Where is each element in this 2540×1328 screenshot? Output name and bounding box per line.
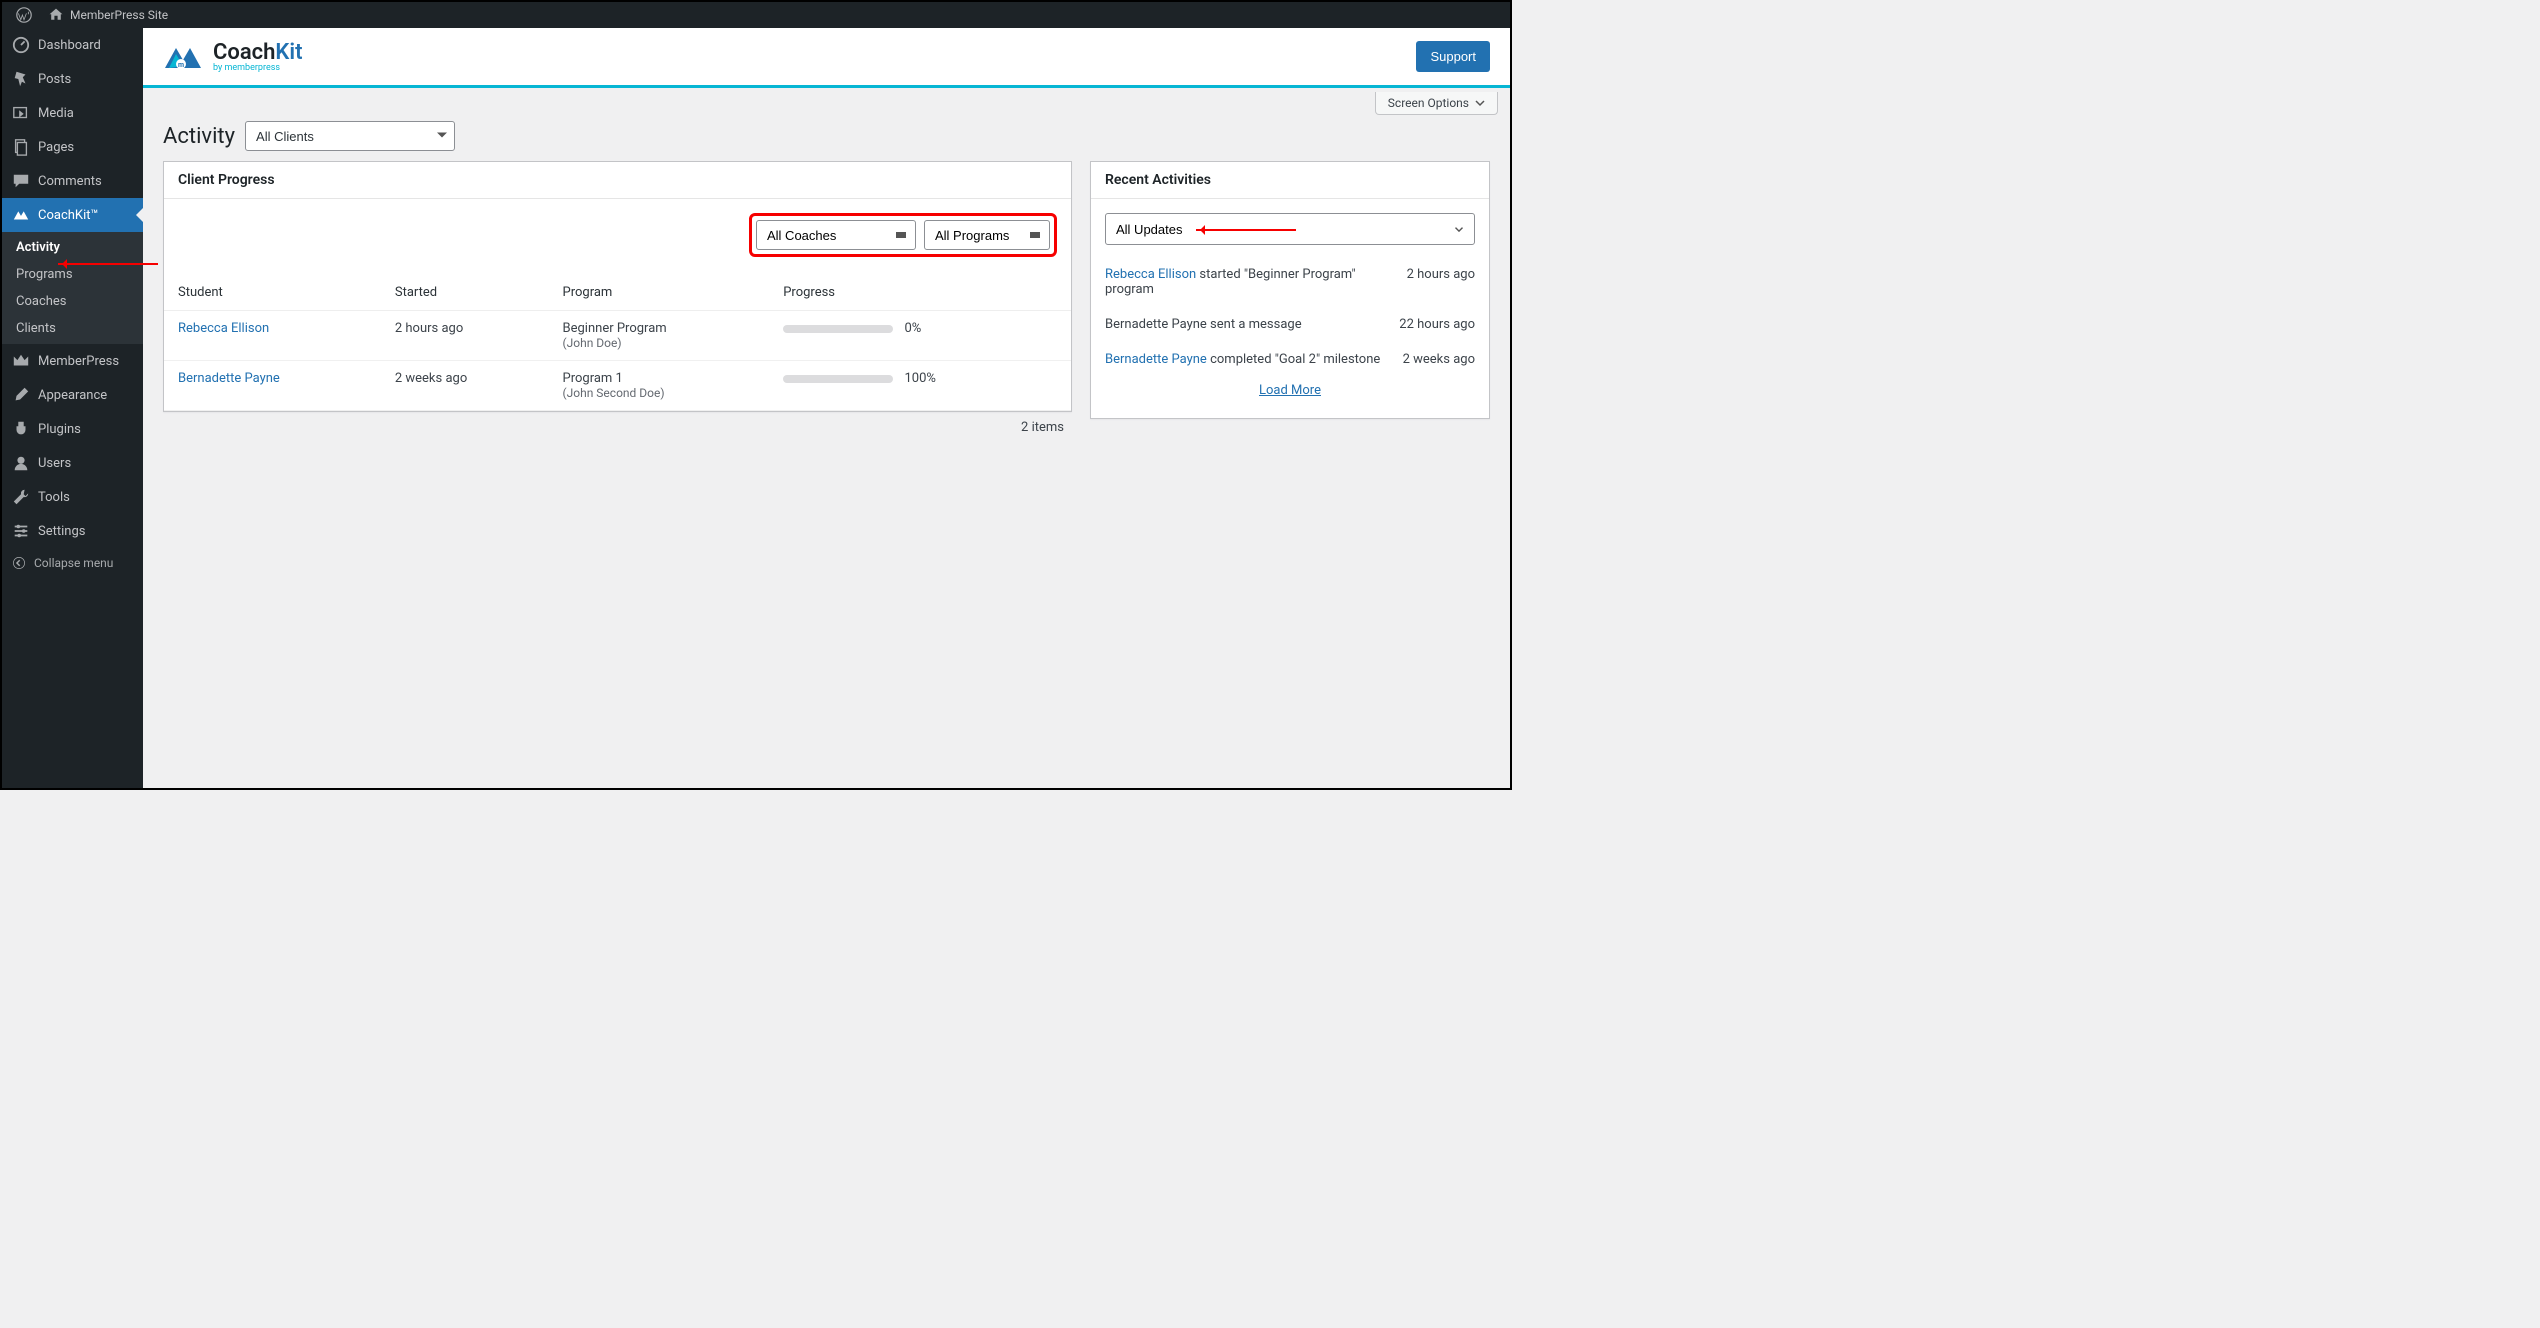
main-content: m CoachKit by memberpress Support Screen… xyxy=(143,28,1510,788)
progress-pct: 100% xyxy=(904,371,935,386)
screen-options-toggle[interactable]: Screen Options xyxy=(1375,92,1498,115)
recent-activities-card: Recent Activities All Updates Rebecca El… xyxy=(1090,161,1490,419)
page-header: Activity All Clients xyxy=(143,115,1510,161)
sidebar-item-memberpress[interactable]: MemberPress xyxy=(2,344,143,378)
wrench-icon xyxy=(12,488,30,506)
chevron-down-icon xyxy=(1452,222,1466,236)
sidebar-item-plugins[interactable]: Plugins xyxy=(2,412,143,446)
activity-time: 2 weeks ago xyxy=(1403,352,1475,367)
activity-link[interactable]: Rebecca Ellison xyxy=(1105,267,1196,282)
collapse-icon xyxy=(12,556,26,570)
site-name: MemberPress Site xyxy=(70,8,168,22)
admin-sidebar: Dashboard Posts Media Pages Comments Coa… xyxy=(2,28,143,788)
progress-table: Student Started Program Progress Rebecca… xyxy=(164,275,1071,411)
program-name: Program 1 xyxy=(563,371,756,386)
progress-pct: 0% xyxy=(904,321,921,336)
admin-top-bar: MemberPress Site xyxy=(2,2,1510,28)
sidebar-item-comments[interactable]: Comments xyxy=(2,164,143,198)
sidebar-item-coachkit[interactable]: CoachKit™ xyxy=(2,198,143,232)
media-icon xyxy=(12,104,30,122)
student-link[interactable]: Rebecca Ellison xyxy=(178,321,269,336)
user-icon xyxy=(12,454,30,472)
logo-icon: m xyxy=(163,42,207,72)
sidebar-item-posts[interactable]: Posts xyxy=(2,62,143,96)
student-link[interactable]: Bernadette Payne xyxy=(178,371,280,386)
activity-item: Bernadette Payne completed "Goal 2" mile… xyxy=(1105,342,1475,377)
activity-link[interactable]: Bernadette Payne xyxy=(1105,352,1207,367)
activity-item: Rebecca Ellison started "Beginner Progra… xyxy=(1105,257,1475,307)
collapse-menu[interactable]: Collapse menu xyxy=(2,548,143,578)
wp-logo[interactable] xyxy=(8,2,40,28)
programs-filter-select[interactable]: All Programs xyxy=(924,220,1050,250)
pages-icon xyxy=(12,138,30,156)
support-button[interactable]: Support xyxy=(1416,41,1490,72)
plug-icon xyxy=(12,420,30,438)
highlighted-filters: All Coaches All Programs xyxy=(749,213,1057,257)
chevron-down-icon xyxy=(1475,98,1485,108)
progress-bar xyxy=(783,375,893,383)
updates-filter-wrap: All Updates xyxy=(1105,213,1475,245)
brand-bar: m CoachKit by memberpress Support xyxy=(143,28,1510,88)
client-filter-select[interactable]: All Clients xyxy=(245,121,455,151)
memberpress-icon xyxy=(12,352,30,370)
submenu-clients[interactable]: Clients xyxy=(2,315,143,342)
activity-time: 2 hours ago xyxy=(1407,267,1475,297)
client-progress-title: Client Progress xyxy=(164,162,1071,199)
sidebar-item-dashboard[interactable]: Dashboard xyxy=(2,28,143,62)
submenu-programs[interactable]: Programs xyxy=(2,261,143,288)
items-count: 2 items xyxy=(163,412,1072,435)
started-cell: 2 weeks ago xyxy=(381,361,549,411)
site-home-link[interactable]: MemberPress Site xyxy=(40,2,176,28)
sidebar-item-media[interactable]: Media xyxy=(2,96,143,130)
coach-name: (John Doe) xyxy=(563,336,756,350)
started-cell: 2 hours ago xyxy=(381,311,549,361)
annotation-arrow xyxy=(58,263,158,265)
sliders-icon xyxy=(12,522,30,540)
coachkit-submenu: Activity Programs Coaches Clients xyxy=(2,232,143,344)
svg-text:m: m xyxy=(178,61,184,69)
submenu-coaches[interactable]: Coaches xyxy=(2,288,143,315)
col-started: Started xyxy=(381,275,549,311)
annotation-arrow xyxy=(1196,229,1296,231)
client-progress-card: Client Progress All Coaches xyxy=(163,161,1072,412)
coach-name: (John Second Doe) xyxy=(563,386,756,400)
sidebar-item-users[interactable]: Users xyxy=(2,446,143,480)
recent-activities-title: Recent Activities xyxy=(1091,162,1489,199)
program-name: Beginner Program xyxy=(563,321,756,336)
sidebar-item-pages[interactable]: Pages xyxy=(2,130,143,164)
coaches-filter-select[interactable]: All Coaches xyxy=(756,220,916,250)
activity-time: 22 hours ago xyxy=(1399,317,1475,332)
progress-bar xyxy=(783,325,893,333)
col-student: Student xyxy=(164,275,381,311)
sidebar-item-settings[interactable]: Settings xyxy=(2,514,143,548)
submenu-activity[interactable]: Activity xyxy=(2,234,143,261)
sidebar-item-appearance[interactable]: Appearance xyxy=(2,378,143,412)
coachkit-logo: m CoachKit by memberpress xyxy=(163,40,302,73)
coachkit-icon xyxy=(12,206,30,224)
sidebar-item-tools[interactable]: Tools xyxy=(2,480,143,514)
comments-icon xyxy=(12,172,30,190)
col-program: Program xyxy=(549,275,770,311)
dashboard-icon xyxy=(12,36,30,54)
brush-icon xyxy=(12,386,30,404)
load-more-link[interactable]: Load More xyxy=(1105,377,1475,404)
page-title: Activity xyxy=(163,124,235,149)
home-icon xyxy=(48,7,64,23)
pin-icon xyxy=(12,70,30,88)
col-progress: Progress xyxy=(769,275,1071,311)
table-row: Bernadette Payne 2 weeks ago Program 1 (… xyxy=(164,361,1071,411)
table-row: Rebecca Ellison 2 hours ago Beginner Pro… xyxy=(164,311,1071,361)
activity-item: Bernadette Payne sent a message 22 hours… xyxy=(1105,307,1475,342)
